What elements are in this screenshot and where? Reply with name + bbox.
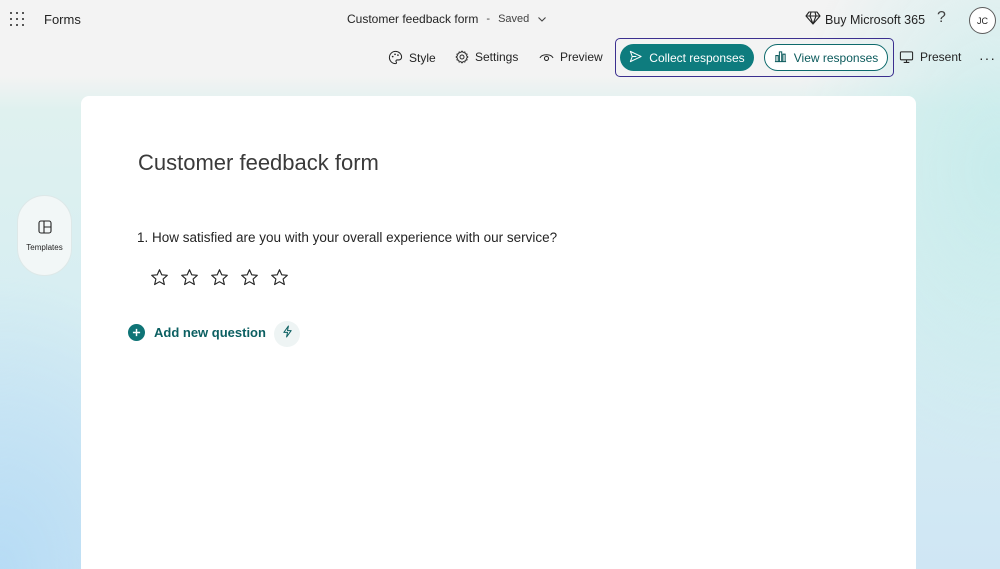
bar-chart-icon [774, 50, 787, 66]
plus-circle-icon [128, 324, 145, 341]
star-icon[interactable] [180, 268, 199, 287]
buy-label: Buy Microsoft 365 [825, 12, 926, 27]
add-new-question-label: Add new question [154, 325, 266, 340]
settings-button[interactable]: Settings [455, 50, 518, 64]
star-icon[interactable] [270, 268, 289, 287]
style-button[interactable]: Style [388, 50, 436, 65]
present-label: Present [920, 50, 962, 64]
view-responses-label: View responses [793, 50, 879, 65]
present-button[interactable]: Present [899, 50, 961, 64]
gear-icon [455, 50, 469, 64]
buy-microsoft-365-button[interactable]: Buy Microsoft 365 [805, 11, 925, 28]
preview-button[interactable]: Preview [539, 50, 603, 64]
question-text[interactable]: 1. How satisfied are you with your overa… [137, 230, 557, 245]
app-launcher-waffle-icon[interactable] [10, 12, 24, 26]
more-options-icon[interactable]: ··· [979, 50, 996, 66]
star-icon[interactable] [240, 268, 259, 287]
app-name[interactable]: Forms [44, 12, 81, 27]
document-title: Customer feedback form [347, 12, 479, 26]
star-icon[interactable] [210, 268, 229, 287]
preview-label: Preview [560, 50, 603, 64]
collect-responses-label: Collect responses [649, 50, 745, 65]
rating-stars [150, 268, 289, 287]
eye-icon [539, 51, 554, 63]
send-icon [629, 50, 642, 66]
chevron-down-icon [537, 14, 547, 24]
templates-icon [37, 219, 52, 239]
copilot-suggest-button[interactable] [274, 321, 300, 347]
save-status: Saved [498, 13, 530, 25]
form-title[interactable]: Customer feedback form [138, 150, 379, 176]
view-responses-button[interactable]: View responses [764, 44, 888, 71]
settings-label: Settings [475, 50, 519, 64]
star-icon[interactable] [150, 268, 169, 287]
lightning-icon [282, 325, 293, 343]
document-title-menu[interactable]: Customer feedback form - Saved [347, 12, 547, 26]
templates-button[interactable]: Templates [17, 195, 72, 276]
style-label: Style [409, 50, 436, 65]
palette-icon [388, 50, 403, 65]
form-card: Customer feedback form 1. How satisfied … [81, 96, 916, 569]
diamond-icon [805, 11, 821, 28]
add-new-question-button[interactable]: Add new question [128, 324, 266, 341]
top-bar: Forms Customer feedback form - Saved Buy… [0, 0, 1000, 40]
help-icon[interactable]: ? [937, 9, 946, 27]
avatar[interactable]: JC [969, 7, 996, 34]
templates-label: Templates [26, 242, 63, 252]
monitor-icon [899, 50, 914, 64]
collect-responses-button[interactable]: Collect responses [620, 44, 754, 71]
title-separator: - [486, 13, 491, 25]
